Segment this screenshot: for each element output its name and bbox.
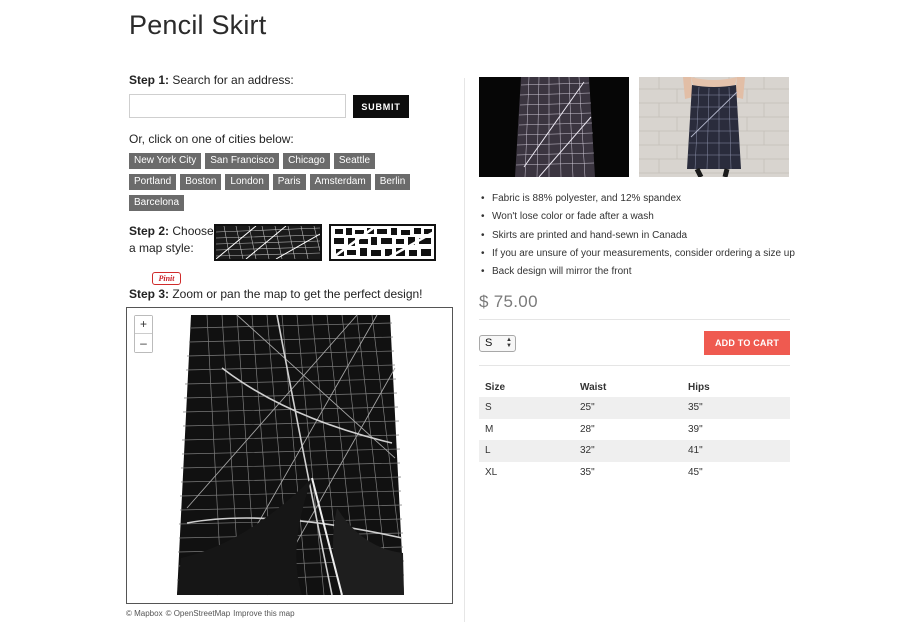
feature-list: Fabric is 88% polyester, and 12% spandex… — [480, 192, 795, 283]
city-tag-portland[interactable]: Portland — [129, 174, 177, 190]
divider-line — [479, 319, 790, 320]
map-credits: © Mapbox © OpenStreetMap Improve this map — [126, 609, 298, 618]
map-style-light-option[interactable] — [329, 224, 436, 261]
mapbox-credit-link[interactable]: © Mapbox — [126, 609, 163, 618]
table-cell: M — [485, 423, 494, 435]
table-row: M 28" 39" — [479, 419, 790, 441]
size-select-value: S — [485, 337, 493, 349]
product-price: $ 75.00 — [479, 292, 538, 311]
table-cell: 32" — [580, 440, 688, 462]
table-cell: 35" — [688, 397, 790, 419]
map-preview[interactable]: + – — [126, 307, 453, 604]
column-header-size: Size — [485, 381, 506, 393]
step2-label: Step 2: Choose a map style: — [129, 223, 214, 257]
city-tag-san-francisco[interactable]: San Francisco — [205, 153, 280, 169]
feature-item: If you are unsure of your measurements, … — [480, 247, 795, 265]
pinterest-pin-button[interactable]: Pinit — [152, 272, 181, 285]
address-search-input[interactable] — [129, 94, 346, 118]
step2-label-bold: Step 2: — [129, 224, 170, 238]
step3-label-text: Zoom or pan the map to get the perfect d… — [169, 287, 423, 301]
city-tag-london[interactable]: London — [225, 174, 269, 190]
add-to-cart-button[interactable]: ADD TO CART — [704, 331, 790, 355]
city-tag-barcelona[interactable]: Barcelona — [129, 195, 185, 211]
zoom-control: + – — [134, 315, 153, 353]
select-arrows-icon: ▲ ▼ — [506, 337, 512, 349]
step2-label-text2: a map style: — [129, 241, 194, 255]
skirt-map-shape — [176, 314, 405, 596]
step2-label-text: Choose — [169, 224, 214, 238]
page-title: Pencil Skirt — [129, 10, 267, 40]
table-cell: L — [479, 440, 580, 462]
table-row: S 25" 35" — [479, 397, 790, 419]
city-list: New York City San Francisco Chicago Seat… — [129, 153, 419, 211]
city-tag-paris[interactable]: Paris — [272, 174, 306, 190]
improve-map-link[interactable]: Improve this map — [233, 609, 294, 618]
step1-label-bold: Step 1: — [129, 73, 170, 87]
size-select[interactable]: S ▲ ▼ — [479, 335, 516, 352]
table-cell: 41" — [688, 440, 790, 462]
zoom-in-button[interactable]: + — [135, 316, 152, 334]
table-cell: 25" — [580, 397, 688, 419]
skirt-front-dark-photo[interactable] — [479, 77, 629, 177]
city-tag-new-york[interactable]: New York City — [129, 153, 202, 169]
table-cell: XL — [485, 466, 498, 478]
step3-label: Step 3: Zoom or pan the map to get the p… — [129, 286, 423, 303]
column-divider — [464, 78, 465, 622]
step3-label-bold: Step 3: — [129, 287, 170, 301]
divider-line — [479, 365, 790, 366]
table-header-row: Size Waist Hips — [479, 377, 790, 397]
city-tag-seattle[interactable]: Seattle — [333, 153, 376, 169]
feature-item: Back design will mirror the front — [480, 265, 795, 283]
column-header-hips: Hips — [688, 381, 710, 393]
map-style-dark-option[interactable] — [214, 224, 322, 261]
table-cell: 28" — [580, 423, 595, 435]
table-row: XL 35" 45" — [479, 462, 790, 484]
cities-prompt: Or, click on one of cities below: — [129, 132, 294, 146]
osm-credit-link[interactable]: © OpenStreetMap — [166, 609, 231, 618]
city-tag-amsterdam[interactable]: Amsterdam — [309, 174, 371, 190]
table-row: L 32" 41" — [479, 440, 790, 462]
feature-item: Fabric is 88% polyester, and 12% spandex — [480, 192, 795, 210]
table-cell: 35" — [580, 466, 595, 478]
table-cell: 45" — [688, 466, 703, 478]
city-tag-boston[interactable]: Boston — [180, 174, 222, 190]
step1-label: Step 1: Search for an address: — [129, 72, 294, 89]
feature-item: Skirts are printed and hand-sewn in Cana… — [480, 229, 795, 247]
city-tag-berlin[interactable]: Berlin — [374, 174, 411, 190]
table-cell: 39" — [688, 423, 703, 435]
feature-item: Won't lose color or fade after a wash — [480, 210, 795, 228]
city-tag-chicago[interactable]: Chicago — [283, 153, 330, 169]
submit-button[interactable]: SUBMIT — [353, 95, 409, 118]
size-chart-table: Size Waist Hips S 25" 35" M 28" 39" L 32… — [479, 377, 790, 483]
column-header-waist: Waist — [580, 381, 607, 393]
step1-label-text: Search for an address: — [169, 73, 294, 87]
skirt-worn-photo[interactable] — [639, 77, 789, 177]
zoom-out-button[interactable]: – — [135, 334, 152, 352]
table-cell: S — [479, 397, 580, 419]
